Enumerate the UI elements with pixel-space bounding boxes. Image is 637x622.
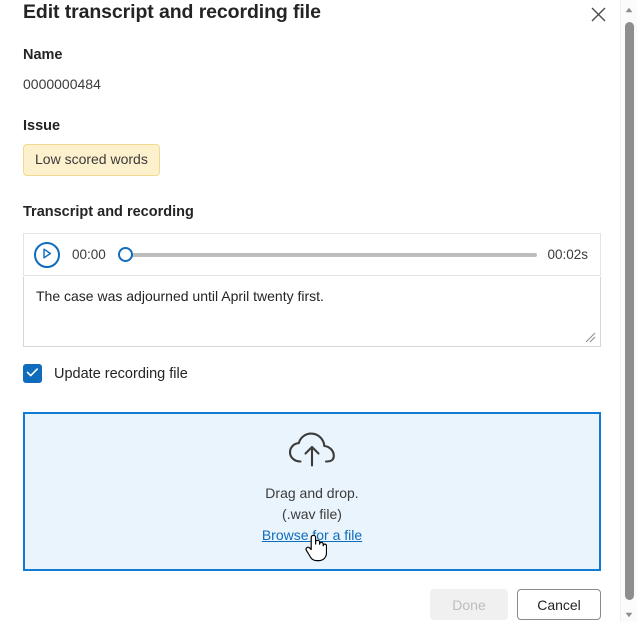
status-badge: Low scored words	[23, 144, 160, 176]
transcript-section-label: Transcript and recording	[23, 204, 194, 220]
dropzone-line-2: (.wav file)	[282, 506, 342, 522]
chevron-up-icon	[625, 0, 633, 18]
update-recording-file-checkbox[interactable]: Update recording file	[23, 364, 188, 383]
current-time: 00:00	[72, 247, 106, 262]
slider-thumb[interactable]	[117, 247, 133, 262]
scroll-down-button[interactable]	[621, 605, 637, 622]
dialog-title: Edit transcript and recording file	[23, 1, 321, 23]
checkbox-label: Update recording file	[54, 365, 188, 382]
checkbox-box[interactable]	[23, 364, 42, 383]
checkmark-icon	[26, 365, 39, 383]
total-time: 00:02s	[547, 247, 588, 262]
scrollbar-thumb[interactable]	[625, 22, 634, 600]
slider-track	[127, 252, 538, 257]
issue-label: Issue	[23, 118, 61, 134]
edit-transcript-dialog: Edit transcript and recording file Name …	[0, 0, 637, 622]
file-dropzone[interactable]: Drag and drop. (.wav file) Browse for a …	[23, 412, 601, 571]
cloud-upload-icon	[287, 431, 337, 474]
audio-player: 00:00 00:02s	[23, 233, 601, 276]
name-label: Name	[23, 47, 63, 63]
cancel-button[interactable]: Cancel	[517, 589, 601, 620]
playback-slider[interactable]	[117, 244, 538, 266]
dropzone-line-1: Drag and drop.	[265, 485, 359, 501]
play-icon	[42, 247, 52, 262]
close-icon	[591, 7, 606, 22]
chevron-down-icon	[625, 605, 633, 622]
browse-for-a-file-link[interactable]: Browse for a file	[262, 525, 362, 546]
done-button[interactable]: Done	[430, 589, 508, 620]
name-value: 0000000484	[23, 76, 101, 92]
transcript-input[interactable]	[23, 277, 601, 347]
vertical-scrollbar[interactable]	[620, 0, 637, 622]
close-button[interactable]	[584, 0, 612, 28]
scroll-up-button[interactable]	[621, 0, 637, 17]
play-button[interactable]	[34, 241, 60, 268]
